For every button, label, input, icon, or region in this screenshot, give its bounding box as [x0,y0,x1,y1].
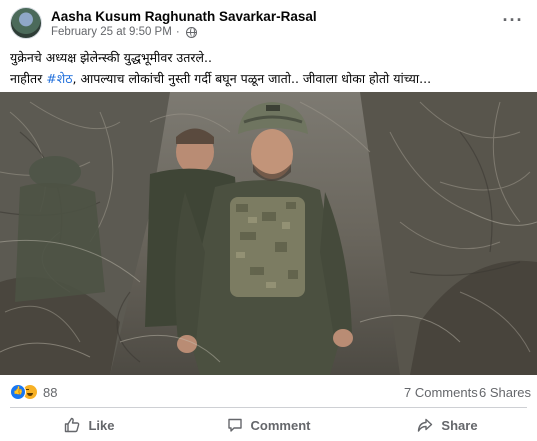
shares-count-link[interactable]: 6 Shares [479,385,531,400]
post-header: Aasha Kusum Raghunath Savarkar-Rasal Feb… [0,0,537,44]
share-button[interactable]: Share [358,409,537,441]
reaction-count: 88 [43,384,58,400]
like-label: Like [88,417,115,433]
post-actions: Like Comment Share [0,409,537,441]
share-icon [418,418,433,432]
caption-text-before: नाहीतर [10,71,47,86]
meta-separator: · [175,26,180,38]
comment-label: Comment [250,417,311,433]
post-options-button[interactable]: ··· [498,8,528,36]
post-timestamp[interactable]: February 25 at 9:50 PM [51,26,172,38]
hashtag-link[interactable]: #शेठ [46,71,72,86]
author-avatar[interactable] [10,7,42,39]
photo-illustration [0,92,537,375]
comment-icon [227,418,242,432]
comment-button[interactable]: Comment [179,409,358,441]
like-icon [10,384,26,400]
post-meta: February 25 at 9:50 PM · [51,26,197,38]
post-caption: युक्रेनचे अध्यक्ष झेलेन्स्की युद्धभूमीवर… [10,47,530,89]
thumbs-up-icon [65,417,80,433]
caption-line-1: युक्रेनचे अध्यक्ष झेलेन्स्की युद्धभूमीवर… [10,50,212,65]
comments-count-link[interactable]: 7 Comments [404,385,478,400]
post-stats: 88 7 Comments 6 Shares [0,377,537,407]
caption-line-2: नाहीतर #शेठ, आपल्याच लोकांची नुस्ती गर्द… [10,68,530,89]
like-button[interactable]: Like [0,409,179,441]
post-photo[interactable] [0,92,537,375]
divider [10,407,527,408]
share-label: Share [441,417,478,433]
caption-text-after: , आपल्याच लोकांची नुस्ती गर्दी बघून पळून… [72,71,432,86]
reactions-summary[interactable]: 88 [10,384,57,400]
globe-icon[interactable] [185,26,197,38]
author-name[interactable]: Aasha Kusum Raghunath Savarkar-Rasal [51,9,317,24]
